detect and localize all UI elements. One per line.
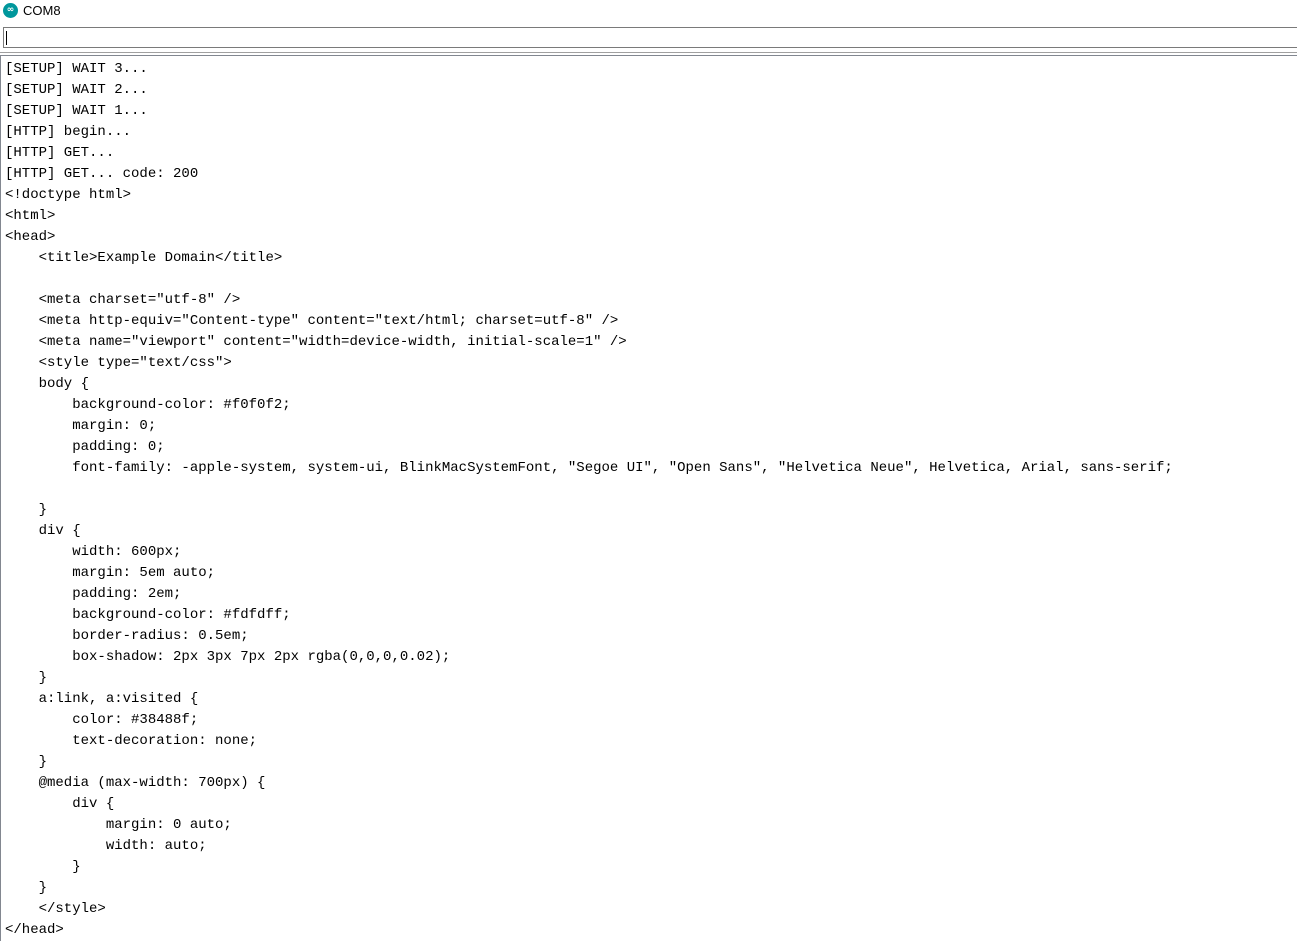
output-line: [SETUP] WAIT 1... [5,103,148,119]
serial-monitor-window: ∞ COM8 [SETUP] WAIT 3... [SETUP] WAIT 2..… [0,0,1297,941]
output-line: margin: 5em auto; [5,565,216,581]
output-line: [HTTP] begin... [5,124,132,140]
output-line: body { [5,376,90,392]
output-line: padding: 2em; [5,586,182,602]
output-line: <meta charset="utf-8" /> [5,292,241,308]
output-line: font-family: -apple-system, system-ui, B… [5,460,1173,476]
output-line: margin: 0 auto; [5,817,232,833]
title-bar: ∞ COM8 [0,0,1297,24]
output-line: [HTTP] GET... [5,145,115,161]
output-line: div { [5,523,81,539]
output-line: <meta http-equiv="Content-type" content=… [5,313,619,329]
window-title: COM8 [23,3,61,18]
divider [0,52,1297,53]
output-line: border-radius: 0.5em; [5,628,249,644]
output-line: [SETUP] WAIT 3... [5,61,148,77]
output-line: } [5,859,81,875]
output-line: [HTTP] GET... code: 200 [5,166,199,182]
output-line: width: 600px; [5,544,182,560]
output-line: a:link, a:visited { [5,691,199,707]
output-line: [SETUP] WAIT 2... [5,82,148,98]
serial-output-text: [SETUP] WAIT 3... [SETUP] WAIT 2... [SETUP… [5,59,1173,941]
output-line: </head> [5,922,64,938]
text-caret [6,31,7,45]
output-line: background-color: #f0f0f2; [5,397,291,413]
output-line: text-decoration: none; [5,733,258,749]
output-line: <meta name="viewport" content="width=dev… [5,334,627,350]
output-line: @media (max-width: 700px) { [5,775,266,791]
serial-send-input[interactable] [3,27,1297,48]
output-line: } [5,880,48,896]
output-line: } [5,502,48,518]
output-line: <head> [5,229,56,245]
output-line: margin: 0; [5,418,157,434]
output-line: <html> [5,208,56,224]
output-line: <style type="text/css"> [5,355,232,371]
output-line: padding: 0; [5,439,165,455]
output-line: } [5,754,48,770]
output-line: color: #38488f; [5,712,199,728]
output-line: width: auto; [5,838,207,854]
output-line: div { [5,796,115,812]
output-line: <title>Example Domain</title> [5,250,283,266]
output-line: </style> [5,901,106,917]
arduino-logo-icon: ∞ [3,3,18,18]
serial-output-pane[interactable]: [SETUP] WAIT 3... [SETUP] WAIT 2... [SETUP… [0,56,1297,941]
output-line: } [5,670,48,686]
output-line: <!doctype html> [5,187,132,203]
output-line: box-shadow: 2px 3px 7px 2px rgba(0,0,0,0… [5,649,451,665]
output-line: background-color: #fdfdff; [5,607,291,623]
